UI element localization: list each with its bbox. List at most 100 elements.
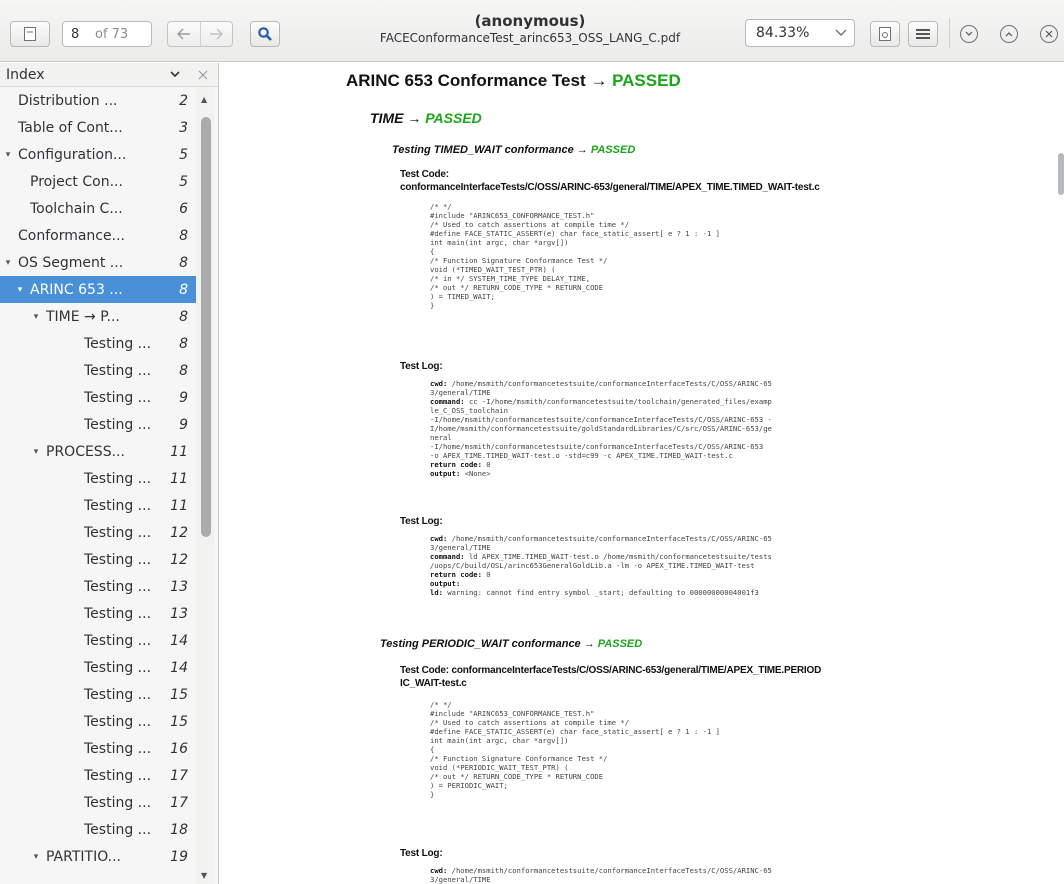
sidebar-item[interactable]: Testing ... 13 bbox=[0, 573, 196, 600]
log-value: cc -I/home/msmith/conformancetestsuite/t… bbox=[430, 397, 772, 460]
arrow-right-icon bbox=[210, 28, 224, 40]
zoom-select[interactable]: 84.33% bbox=[745, 19, 855, 47]
status-passed: PASSED bbox=[425, 110, 482, 126]
log-key: ld: bbox=[430, 588, 443, 597]
close-button[interactable] bbox=[1040, 25, 1058, 43]
sidebar-scrollbar[interactable]: ▲ ▼ bbox=[196, 87, 214, 884]
close-sidebar-icon[interactable] bbox=[188, 70, 218, 80]
scroll-up-icon[interactable]: ▲ bbox=[201, 95, 207, 104]
log-key: cwd: bbox=[430, 866, 448, 875]
sidebar-item[interactable]: Testing ... 9 bbox=[0, 384, 196, 411]
sidebar-item-page: 12 bbox=[170, 524, 188, 541]
chevron-up-icon bbox=[1005, 32, 1013, 37]
document-page: ARINC 653 Conformance Test → PASSED TIME… bbox=[220, 63, 1064, 884]
expander-icon[interactable]: ▾ bbox=[2, 150, 14, 160]
expander-icon[interactable]: ▾ bbox=[30, 852, 42, 862]
expander-icon[interactable]: ▾ bbox=[30, 447, 42, 457]
sidebar-item-page: 12 bbox=[170, 551, 188, 568]
sidebar-item[interactable]: Project Con... 5 bbox=[0, 168, 196, 195]
sidebar-item[interactable]: ▾ PARTITIO... 19 bbox=[0, 843, 196, 870]
expander-icon[interactable]: ▾ bbox=[14, 285, 26, 295]
search-button[interactable] bbox=[250, 21, 280, 47]
sidebar-item-page: 11 bbox=[170, 470, 188, 487]
sidebar-item[interactable]: ▾ OS Segment ... 8 bbox=[0, 249, 196, 276]
test-log-label: Test Log: bbox=[400, 848, 443, 859]
sidebar-item[interactable]: Testing ... 17 bbox=[0, 789, 196, 816]
expander-icon[interactable]: ▾ bbox=[2, 258, 14, 268]
document-title: (anonymous) bbox=[474, 12, 586, 30]
test-code-label: Test Code: bbox=[400, 169, 449, 180]
sidebar-item-label: Conformance... bbox=[18, 227, 125, 244]
sidebar: Index Distribution ... 2 Table of Cont... 3… bbox=[0, 63, 219, 884]
arrow-left-icon bbox=[176, 28, 190, 40]
sidebar-item-label: ARINC 653 ... bbox=[30, 281, 123, 298]
heading-text: TIME → bbox=[370, 110, 426, 126]
heading-text: ARINC 653 Conformance Test → bbox=[346, 71, 613, 90]
page-current[interactable]: 8 bbox=[63, 27, 89, 42]
sidebar-item[interactable]: Testing ... 14 bbox=[0, 654, 196, 681]
sidebar-item-label: Testing ... bbox=[84, 389, 152, 406]
status-passed: PASSED bbox=[597, 638, 643, 650]
sidebar-item[interactable]: ▾ Configuration... 5 bbox=[0, 141, 196, 168]
code-block: /* */ #include "ARINC653_CONFORMANCE_TES… bbox=[430, 202, 720, 310]
sidebar-mode-label[interactable]: Index bbox=[6, 67, 162, 83]
sidebar-item-page: 8 bbox=[179, 362, 188, 379]
test-log-label: Test Log: bbox=[400, 361, 443, 372]
sidebar-item[interactable]: Conformance... 8 bbox=[0, 222, 196, 249]
sidebar-toggle-button[interactable] bbox=[10, 21, 50, 47]
sidebar-item-label: Testing ... bbox=[84, 335, 152, 352]
test-log-label: Test Log: bbox=[400, 516, 443, 527]
minimize-button[interactable] bbox=[960, 25, 978, 43]
sidebar-item[interactable]: Toolchain C... 6 bbox=[0, 195, 196, 222]
sidebar-item[interactable]: Testing ... 8 bbox=[0, 330, 196, 357]
sidebar-item[interactable]: Testing ... 12 bbox=[0, 546, 196, 573]
sidebar-item[interactable]: Testing ... 12 bbox=[0, 519, 196, 546]
log-value: /home/msmith/conformancetestsuite/confor… bbox=[430, 379, 772, 397]
code-block: /* */ #include "ARINC653_CONFORMANCE_TES… bbox=[430, 700, 720, 799]
sidebar-item[interactable]: Testing ... 18 bbox=[0, 816, 196, 843]
sidebar-item[interactable]: Testing ... 16 bbox=[0, 735, 196, 762]
sidebar-item-label: Project Con... bbox=[30, 173, 123, 190]
sidebar-item[interactable]: Testing ... 14 bbox=[0, 627, 196, 654]
log-key: command: bbox=[430, 552, 465, 561]
sidebar-header: Index bbox=[0, 63, 218, 87]
log-key: output: bbox=[430, 579, 461, 588]
test-log-2: cwd: /home/msmith/conformancetestsuite/c… bbox=[430, 534, 772, 597]
sidebar-item[interactable]: Testing ... 15 bbox=[0, 681, 196, 708]
sidebar-item[interactable]: ▾ PROCESS... 11 bbox=[0, 438, 196, 465]
sidebar-item[interactable]: ▾ TIME → P... 8 bbox=[0, 303, 196, 330]
sidebar-item[interactable]: Testing ... 13 bbox=[0, 600, 196, 627]
scroll-down-icon[interactable]: ▼ bbox=[201, 871, 207, 880]
chevron-down-icon bbox=[965, 31, 973, 36]
scrollbar-thumb[interactable] bbox=[201, 117, 211, 537]
sidebar-item[interactable]: Testing ... 17 bbox=[0, 762, 196, 789]
sidebar-item[interactable]: Testing ... 9 bbox=[0, 411, 196, 438]
sidebar-item[interactable]: Distribution ... 2 bbox=[0, 87, 196, 114]
chevron-down-icon[interactable] bbox=[162, 71, 188, 78]
sidebar-item-page: 8 bbox=[179, 281, 188, 298]
document-scrollbar[interactable] bbox=[1058, 153, 1064, 195]
document-filename: FACEConformanceTest_arinc653_OSS_LANG_C.… bbox=[379, 31, 681, 45]
annotate-button[interactable] bbox=[870, 21, 900, 47]
sidebar-item[interactable]: Testing ... 11 bbox=[0, 465, 196, 492]
sidebar-item-page: 8 bbox=[179, 254, 188, 271]
sidebar-item-page: 18 bbox=[170, 821, 188, 838]
expander-icon[interactable]: ▾ bbox=[30, 312, 42, 322]
log-key: output: bbox=[430, 469, 461, 478]
forward-button[interactable] bbox=[199, 22, 233, 46]
sidebar-item-page: 8 bbox=[179, 227, 188, 244]
window-title: (anonymous) FACEConformanceTest_arinc653… bbox=[330, 12, 730, 45]
sidebar-item-label: Testing ... bbox=[84, 416, 152, 433]
sidebar-item-page: 2 bbox=[179, 92, 188, 109]
menu-button[interactable] bbox=[908, 21, 938, 47]
sidebar-item[interactable]: ▾ ARINC 653 ... 8 bbox=[0, 276, 196, 303]
maximize-button[interactable] bbox=[1000, 25, 1018, 43]
sidebar-item[interactable]: Table of Cont... 3 bbox=[0, 114, 196, 141]
sidebar-item[interactable]: Testing ... 8 bbox=[0, 357, 196, 384]
sidebar-item[interactable]: Testing ... 11 bbox=[0, 492, 196, 519]
page-number-entry[interactable]: 8 of 73 bbox=[62, 21, 152, 47]
log-key: cwd: bbox=[430, 379, 448, 388]
sidebar-item-page: 15 bbox=[170, 686, 188, 703]
sidebar-item[interactable]: Testing ... 15 bbox=[0, 708, 196, 735]
back-button[interactable] bbox=[168, 22, 200, 46]
